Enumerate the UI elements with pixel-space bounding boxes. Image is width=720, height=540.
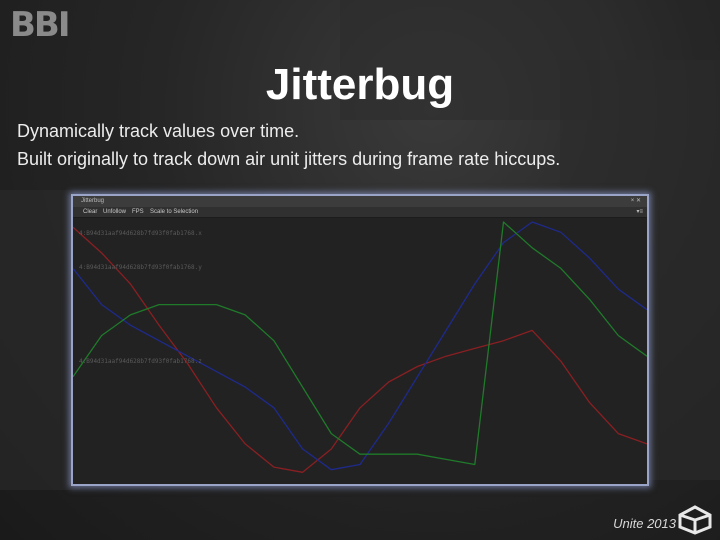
- background-structure: [0, 190, 80, 490]
- series-line-blue: [73, 221, 647, 471]
- series-label: 4:B94d31aaf94d628b7fd93f0fab1768.y: [79, 264, 202, 271]
- series-label: 4:B94d31aaf94d628b7fd93f0fab1768.x: [79, 230, 202, 237]
- window-close-icon[interactable]: × ✕: [631, 196, 641, 207]
- jitter-plot[interactable]: [73, 218, 647, 484]
- slide-title: Jitterbug: [265, 60, 455, 109]
- slide-bullet-2: Built originally to track down air unit …: [17, 149, 561, 169]
- unity-logo-icon: [678, 505, 712, 535]
- slide-bullet-1: Dynamically track values over time.: [17, 121, 300, 141]
- footer-text: Unite 2013: [613, 516, 676, 531]
- clear-button[interactable]: Clear: [83, 207, 97, 217]
- scale-to-selection-button[interactable]: Scale to Selection: [150, 207, 198, 217]
- fps-button[interactable]: FPS: [132, 207, 144, 217]
- jitterbug-window: Jitterbug × ✕ Clear Unfollow FPS Scale t…: [71, 194, 649, 486]
- unfollow-button[interactable]: Unfollow: [103, 207, 126, 217]
- window-title: Jitterbug: [73, 196, 647, 207]
- series-label: 4:B94d31aaf94d628b7fd93f0fab1768.z: [79, 358, 202, 365]
- company-logo: BBI: [10, 5, 70, 45]
- series-line-green: [73, 221, 647, 466]
- window-menu-icon[interactable]: ▾≡: [636, 207, 643, 217]
- window-toolbar: Clear Unfollow FPS Scale to Selection ▾≡: [73, 207, 647, 218]
